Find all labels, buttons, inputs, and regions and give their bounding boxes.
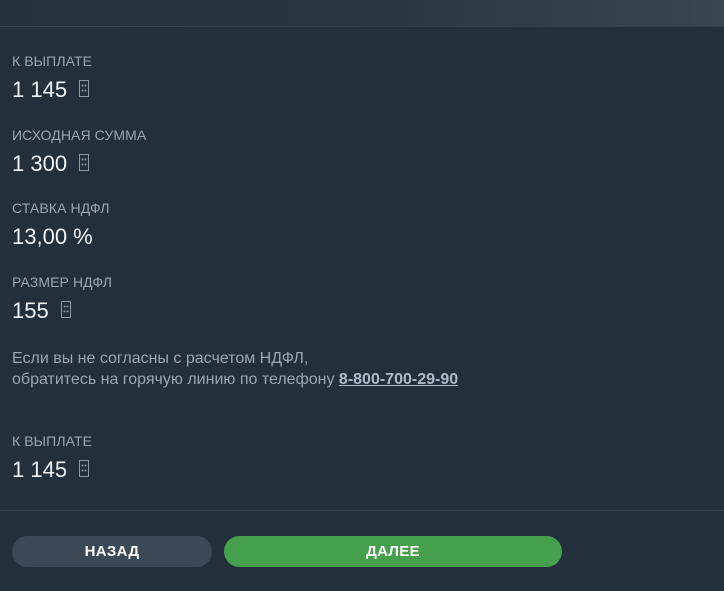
tax-rate-label: СТАВКА НДФЛ [12, 200, 110, 216]
tax-rate-value: 13,00 % [12, 224, 93, 249]
payout-label: К ВЫПЛАТЕ [12, 53, 93, 69]
notice-line-1: Если вы не согласны с расчетом НДФЛ, [12, 350, 309, 367]
tax-amount-value-row: 155 [12, 299, 112, 323]
currency-coin-icon [79, 459, 90, 477]
currency-coin-icon [79, 79, 90, 97]
tax-amount-label: РАЗМЕР НДФЛ [12, 274, 113, 290]
tax-amount-field: РАЗМЕР НДФЛ 155 [12, 274, 112, 323]
footer-divider [0, 510, 724, 511]
payout-field: К ВЫПЛАТЕ 1 145 [12, 53, 92, 102]
payout-total-value-row: 1 145 [12, 458, 92, 482]
payout-total-label: К ВЫПЛАТЕ [12, 433, 93, 449]
hotline-phone-link[interactable]: 8-800-700-29-90 [339, 371, 458, 388]
back-button[interactable]: НАЗАД [12, 536, 212, 567]
currency-coin-icon [60, 300, 71, 318]
tax-amount-value: 155 [12, 298, 49, 323]
tax-rate-field: СТАВКА НДФЛ 13,00 % [12, 200, 110, 249]
payout-value: 1 145 [12, 77, 68, 102]
notice-line-2: обратитесь на горячую линию по телефону … [12, 369, 458, 390]
tax-notice: Если вы не согласны с расчетом НДФЛ, обр… [12, 348, 458, 390]
original-amount-field: ИСХОДНАЯ СУММА 1 300 [12, 127, 146, 176]
tax-rate-value-row: 13,00 % [12, 225, 110, 249]
top-bar [0, 0, 724, 27]
payout-total-field: К ВЫПЛАТЕ 1 145 [12, 433, 92, 482]
payout-total-value: 1 145 [12, 457, 68, 482]
original-amount-label: ИСХОДНАЯ СУММА [12, 127, 147, 143]
currency-coin-icon [79, 153, 90, 171]
next-button[interactable]: ДАЛЕЕ [224, 536, 562, 567]
notice-line-2-text: обратитесь на горячую линию по телефону [12, 371, 339, 388]
payout-value-row: 1 145 [12, 78, 92, 102]
original-amount-value-row: 1 300 [12, 152, 146, 176]
original-amount-value: 1 300 [12, 151, 68, 176]
